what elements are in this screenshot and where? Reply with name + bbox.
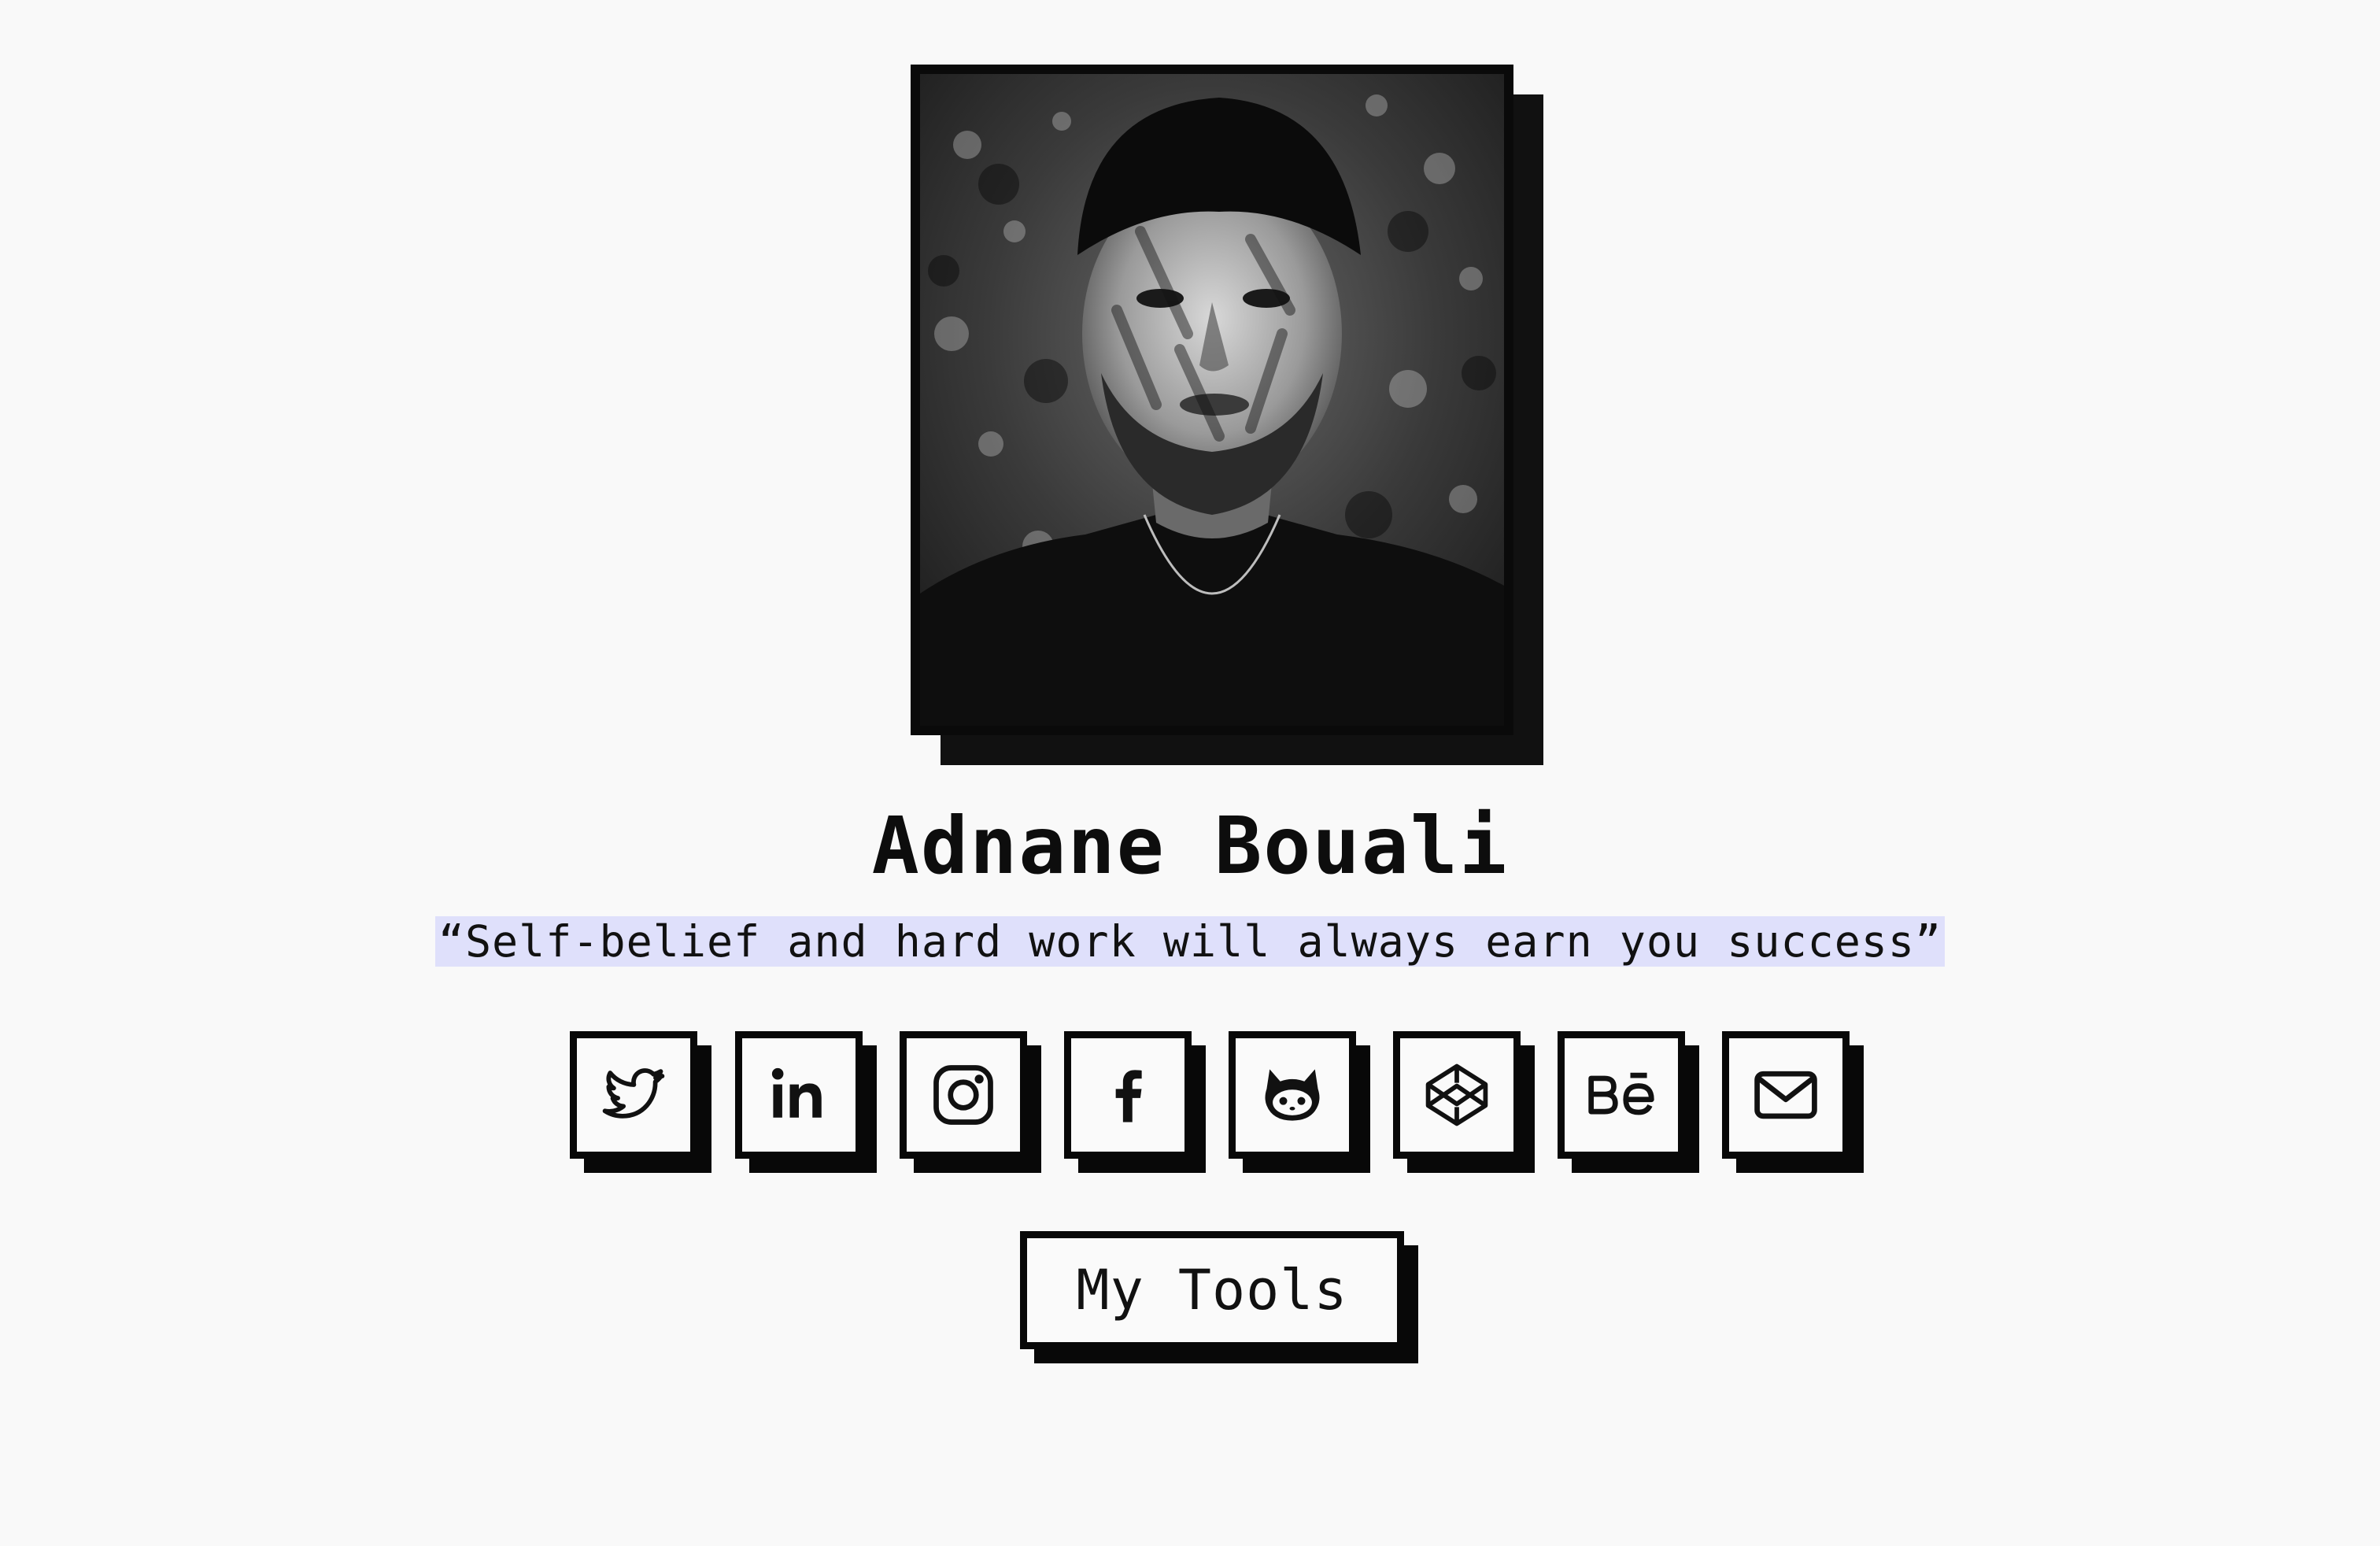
email-link[interactable] <box>1722 1031 1864 1173</box>
facebook-link-box[interactable] <box>1064 1031 1192 1159</box>
my-tools-button-label[interactable]: My Tools <box>1020 1231 1404 1349</box>
profile-quote: “Self-belief and hard work will always e… <box>434 916 1946 967</box>
linkedin-link[interactable] <box>735 1031 877 1173</box>
behance-link-box[interactable] <box>1558 1031 1685 1159</box>
profile-name: Adnane Bouali <box>871 800 1509 892</box>
twitter-link[interactable] <box>570 1031 711 1173</box>
quote-row: “Self-belief and hard work will always e… <box>0 916 2380 967</box>
codepen-link[interactable] <box>1393 1031 1535 1173</box>
profile-page: Adnane Bouali “Self-belief and hard work… <box>0 0 2380 1546</box>
github-link[interactable] <box>1229 1031 1370 1173</box>
twitter-icon <box>602 1068 665 1119</box>
behance-icon <box>1588 1072 1654 1115</box>
github-icon <box>1265 1069 1320 1121</box>
instagram-link-box[interactable] <box>900 1031 1027 1159</box>
linkedin-link-box[interactable] <box>735 1031 863 1159</box>
codepen-icon <box>1425 1063 1488 1126</box>
mail-icon <box>1754 1071 1817 1119</box>
my-tools-button[interactable]: My Tools <box>1020 1231 1418 1363</box>
linkedin-icon <box>771 1067 822 1118</box>
twitter-link-box[interactable] <box>570 1031 697 1159</box>
github-link-box[interactable] <box>1229 1031 1356 1159</box>
portrait <box>911 65 1543 765</box>
facebook-link[interactable] <box>1064 1031 1206 1173</box>
instagram-icon <box>933 1065 993 1125</box>
behance-link[interactable] <box>1558 1031 1699 1173</box>
codepen-link-box[interactable] <box>1393 1031 1521 1159</box>
instagram-link[interactable] <box>900 1031 1041 1173</box>
social-links <box>570 1031 1868 1173</box>
facebook-icon <box>1115 1070 1142 1123</box>
portrait-photo <box>911 65 1513 735</box>
email-link-box[interactable] <box>1722 1031 1850 1159</box>
